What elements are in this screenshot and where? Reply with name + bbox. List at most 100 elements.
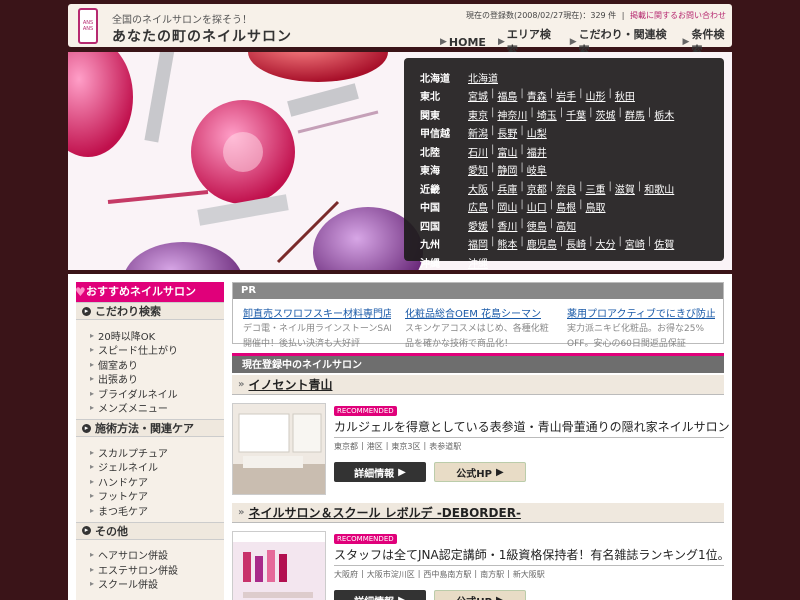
- pref-link[interactable]: 高知: [556, 218, 576, 233]
- pr-item-title-link[interactable]: 薬用プロアクティブでにきび防止: [567, 305, 715, 320]
- bullet-icon: ▸: [90, 491, 95, 501]
- pref-link[interactable]: 新潟: [468, 125, 488, 140]
- pref-link[interactable]: 広島: [468, 199, 488, 214]
- pref-link[interactable]: 滋賀: [615, 181, 635, 196]
- salon-photo[interactable]: [232, 403, 326, 495]
- official-hp-button[interactable]: 公式HP ▶: [434, 590, 526, 600]
- pref-link[interactable]: 千葉: [566, 107, 586, 122]
- sidebar-link[interactable]: ▸ 出張あり: [90, 372, 224, 386]
- pref-link[interactable]: 鳥取: [586, 199, 606, 214]
- area-search-panel: 北海道 北海道 東北 宮城 | 福島 | 青森 | 岩手 | 山形 | 秋田 関東 東京 | 神奈川 | 埼玉 | 千葉 |…: [404, 58, 724, 270]
- salon-name-bar: » イノセント青山: [232, 375, 724, 395]
- pref-link[interactable]: 長野: [497, 125, 517, 140]
- sidebar-link[interactable]: ▸ 20時以降OK: [90, 328, 224, 343]
- pref-link[interactable]: 岩手: [556, 88, 576, 103]
- salon-photo[interactable]: [232, 531, 326, 600]
- pref-link[interactable]: 愛媛: [468, 218, 488, 233]
- pref-link[interactable]: 香川: [497, 218, 517, 233]
- link-separator: |: [637, 180, 642, 192]
- pref-link[interactable]: 長崎: [566, 236, 586, 251]
- pref-link[interactable]: 東京: [468, 107, 488, 122]
- sidebar-link[interactable]: ▸ スピード仕上がり: [90, 343, 224, 357]
- pref-link[interactable]: 青森: [527, 88, 547, 103]
- pr-item-description: デコ電・ネイル用ラインストーンSALE: [243, 324, 391, 334]
- inquiry-link[interactable]: 掲載に関するお問い合わせ: [630, 11, 726, 20]
- pref-link[interactable]: 愛知: [468, 162, 488, 177]
- pref-link[interactable]: 山梨: [527, 125, 547, 140]
- pref-link[interactable]: 富山: [497, 144, 517, 159]
- location-item: 港区: [366, 442, 383, 451]
- sidebar-link-label: スクール併設: [98, 580, 159, 592]
- sidebar-link[interactable]: ▸ ハンドケア: [90, 474, 224, 489]
- pref-link[interactable]: 埼玉: [537, 107, 557, 122]
- pref-link[interactable]: 福島: [497, 88, 517, 103]
- sidebar-link[interactable]: ▸ フットケア: [90, 489, 224, 503]
- sidebar-link[interactable]: ▸ 個室あり: [90, 357, 224, 372]
- pref-link[interactable]: 山口: [527, 199, 547, 214]
- sidebar-link[interactable]: ▸ スクール併設: [90, 577, 224, 592]
- official-hp-button[interactable]: 公式HP ▶: [434, 462, 526, 482]
- pref-link[interactable]: 宮崎: [625, 236, 645, 251]
- area-row: 四国 愛媛 | 香川 | 徳島 | 高知: [420, 216, 724, 235]
- sidebar-section-heading: ▸ その他: [76, 521, 224, 540]
- pref-link[interactable]: 大阪: [468, 181, 488, 196]
- sidebar-link-label: ヘアサロン併設: [98, 551, 169, 563]
- salon-location: 大阪府 | 大阪市淀川区 | 西中島南方駅 | 南方駅 | 新大阪駅: [334, 569, 724, 580]
- sidebar-link[interactable]: ▸ ヘアサロン併設: [90, 548, 224, 563]
- pref-link[interactable]: 秋田: [615, 88, 635, 103]
- salon-name-link[interactable]: ネイルサロン＆スクール レボルデ -DEBORDER-: [248, 504, 520, 521]
- sidebar-link[interactable]: ▸ ジェルネイル: [90, 460, 224, 474]
- link-separator: |: [549, 217, 554, 229]
- pref-link[interactable]: 和歌山: [644, 181, 674, 196]
- sidebar-link[interactable]: ▸ メンズメニュー: [90, 401, 224, 415]
- pr-item-description: OFF。安心の60日間返品保証: [567, 339, 686, 349]
- link-separator: |: [647, 236, 652, 248]
- pref-link[interactable]: 福岡: [468, 236, 488, 251]
- details-button[interactable]: 詳細情報▶: [334, 590, 426, 600]
- pref-link[interactable]: 沖縄: [468, 255, 488, 270]
- pref-link[interactable]: 石川: [468, 144, 488, 159]
- sidebar-link[interactable]: ▸ スカルプチュア: [90, 445, 224, 460]
- sidebar-link[interactable]: ▸ まつ毛ケア: [90, 503, 224, 518]
- pref-link[interactable]: 徳島: [527, 218, 547, 233]
- pref-link[interactable]: 京都: [527, 181, 547, 196]
- link-separator: |: [559, 106, 564, 118]
- pref-link[interactable]: 静岡: [497, 162, 517, 177]
- site-name[interactable]: あなたの町のネイルサロン: [112, 26, 292, 46]
- pref-link[interactable]: 岡山: [497, 199, 517, 214]
- sidebar-link[interactable]: ▸ エステサロン併設: [90, 562, 224, 577]
- pr-item-title-link[interactable]: 卸直売スワロフスキー材料専門店: [243, 305, 391, 320]
- pref-link[interactable]: 山形: [586, 88, 606, 103]
- pref-link[interactable]: 三重: [586, 181, 606, 196]
- area-pref-links: 沖縄: [468, 255, 488, 270]
- pref-link[interactable]: 茨城: [596, 107, 616, 122]
- pref-link[interactable]: 群馬: [625, 107, 645, 122]
- pr-item-title-link[interactable]: 化粧品総合OEM 花島シーマン: [405, 305, 553, 320]
- pref-link[interactable]: 大分: [596, 236, 616, 251]
- salon-card: RECOMMENDED カルジェルを得意としている表参道・青山骨董通りの隠れ家ネイ…: [232, 395, 730, 495]
- pref-link[interactable]: 島根: [556, 199, 576, 214]
- pref-link[interactable]: 栃木: [654, 107, 674, 122]
- link-separator: |: [491, 199, 495, 211]
- pref-link[interactable]: 佐賀: [654, 236, 674, 251]
- area-row: 東海 愛知 | 静岡 | 岐阜: [420, 161, 724, 180]
- pref-link[interactable]: 鹿児島: [527, 236, 557, 251]
- pref-link[interactable]: 神奈川: [497, 107, 527, 122]
- pref-link[interactable]: 熊本: [497, 236, 517, 251]
- pref-link[interactable]: 宮城: [468, 88, 488, 103]
- pref-link[interactable]: 岐阜: [527, 162, 547, 177]
- pref-link[interactable]: 北海道: [468, 70, 498, 85]
- arrow-right-icon: ▶: [440, 37, 447, 47]
- area-region-name: 近畿: [420, 184, 440, 196]
- sidebar-link[interactable]: ▸ ブライダルネイル: [90, 386, 224, 401]
- area-pref-links: 東京 | 神奈川 | 埼玉 | 千葉 | 茨城 | 群馬 | 栃木: [468, 107, 674, 122]
- details-button[interactable]: 詳細情報▶: [334, 462, 426, 482]
- pref-link[interactable]: 福井: [527, 144, 547, 159]
- sidebar: ♥ おすすめネイルサロン ▸ こだわり検索 ▸ 20時以降OK ▸ スピード仕上がり ▸ 個室…: [75, 282, 224, 600]
- sidebar-section-heading: ▸ 施術方法・関連ケア: [76, 419, 224, 437]
- salon-name-link[interactable]: イノセント青山: [248, 376, 332, 393]
- pref-link[interactable]: 兵庫: [497, 181, 517, 196]
- site-logo[interactable]: ANS ANS: [78, 8, 98, 44]
- pref-link[interactable]: 奈良: [556, 181, 576, 196]
- area-pref-links: 福岡 | 熊本 | 鹿児島 | 長崎 | 大分 | 宮崎 | 佐賀: [468, 236, 674, 251]
